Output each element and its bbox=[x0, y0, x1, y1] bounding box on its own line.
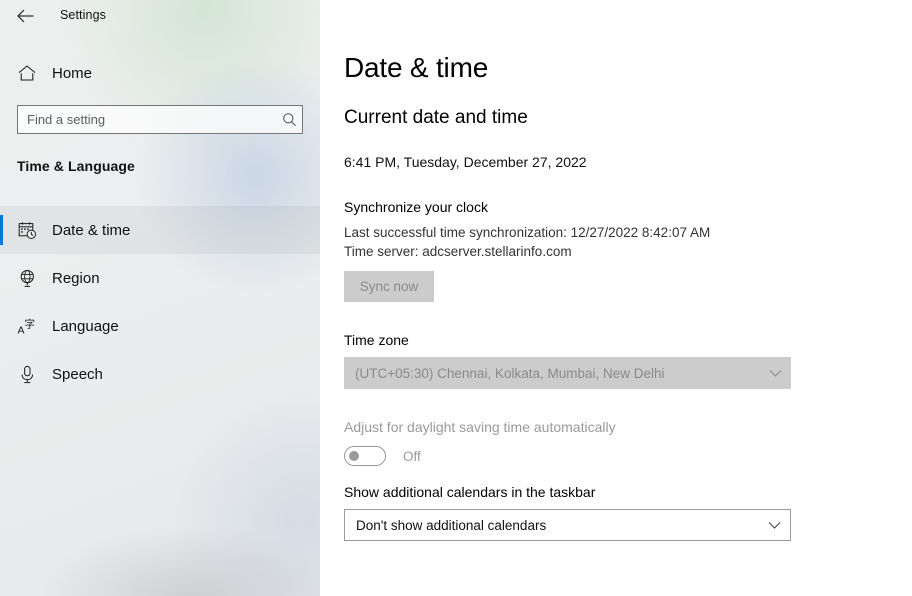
app-title: Settings bbox=[60, 8, 106, 22]
sidebar-item-home-label: Home bbox=[52, 64, 93, 82]
current-date-time-value: 6:41 PM, Tuesday, December 27, 2022 bbox=[344, 154, 587, 170]
svg-text:字: 字 bbox=[24, 317, 35, 330]
chevron-down-icon bbox=[758, 521, 790, 530]
sidebar: Settings Home Time & Language bbox=[0, 0, 320, 596]
daylight-saving-row: Off bbox=[344, 446, 421, 466]
globe-icon bbox=[12, 269, 42, 288]
sidebar-item-region[interactable]: Region bbox=[0, 254, 320, 302]
time-zone-selected-value: (UTC+05:30) Chennai, Kolkata, Mumbai, Ne… bbox=[355, 365, 665, 381]
current-date-time-heading: Current date and time bbox=[344, 107, 528, 128]
sync-now-button[interactable]: Sync now bbox=[344, 271, 434, 302]
settings-window: Settings Home Time & Language bbox=[0, 0, 912, 596]
title-bar: Settings bbox=[0, 0, 320, 32]
sidebar-item-language-label: Language bbox=[52, 317, 119, 335]
additional-calendars-label: Show additional calendars in the taskbar bbox=[344, 484, 596, 500]
sidebar-item-language[interactable]: A 字 Language bbox=[0, 302, 320, 350]
microphone-icon bbox=[12, 365, 42, 384]
daylight-saving-label: Adjust for daylight saving time automati… bbox=[344, 419, 616, 435]
time-zone-label: Time zone bbox=[344, 332, 409, 348]
back-arrow-icon[interactable] bbox=[12, 3, 38, 29]
selection-accent-bar bbox=[0, 215, 3, 245]
calendar-clock-icon bbox=[12, 221, 42, 240]
additional-calendars-dropdown[interactable]: Don't show additional calendars bbox=[344, 509, 791, 541]
search-box[interactable] bbox=[17, 105, 303, 134]
toggle-knob bbox=[349, 451, 359, 461]
svg-text:A: A bbox=[17, 324, 24, 336]
language-icon: A 字 bbox=[12, 317, 42, 336]
chevron-down-icon bbox=[759, 369, 791, 378]
sidebar-nav: Date & time Region A 字 Language Speech bbox=[0, 206, 320, 398]
sidebar-item-speech[interactable]: Speech bbox=[0, 350, 320, 398]
sidebar-item-date-time-label: Date & time bbox=[52, 221, 131, 239]
daylight-saving-toggle[interactable] bbox=[344, 446, 386, 466]
time-server-text: Time server: adcserver.stellarinfo.com bbox=[344, 244, 572, 259]
search-input[interactable] bbox=[18, 106, 276, 133]
synchronize-heading: Synchronize your clock bbox=[344, 199, 488, 215]
search-icon[interactable] bbox=[276, 112, 302, 127]
page-title: Date & time bbox=[344, 52, 489, 83]
daylight-saving-state: Off bbox=[403, 448, 421, 464]
last-sync-text: Last successful time synchronization: 12… bbox=[344, 225, 711, 240]
sidebar-item-home[interactable]: Home bbox=[0, 58, 320, 88]
sidebar-item-region-label: Region bbox=[52, 269, 100, 287]
sidebar-item-date-time[interactable]: Date & time bbox=[0, 206, 320, 254]
sidebar-section-title: Time & Language bbox=[17, 158, 135, 174]
main-content: Date & time Current date and time 6:41 P… bbox=[320, 0, 912, 596]
home-icon bbox=[12, 65, 42, 81]
sidebar-item-speech-label: Speech bbox=[52, 365, 103, 383]
additional-calendars-selected-value: Don't show additional calendars bbox=[356, 517, 547, 533]
time-zone-dropdown[interactable]: (UTC+05:30) Chennai, Kolkata, Mumbai, Ne… bbox=[344, 357, 791, 389]
